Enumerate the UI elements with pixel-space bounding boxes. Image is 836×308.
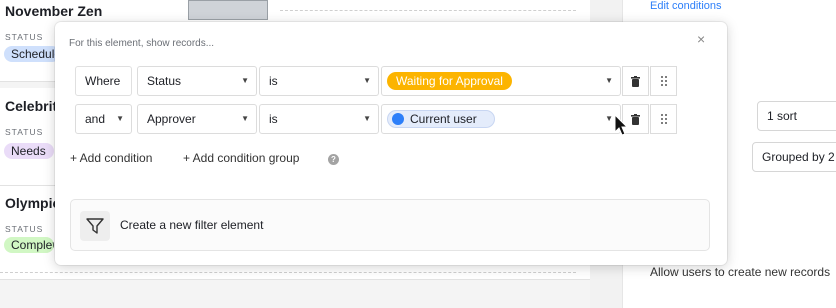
- value-select[interactable]: Waiting for Approval ▼: [381, 66, 621, 96]
- status-label: STATUS: [5, 32, 44, 42]
- operator-select[interactable]: is ▼: [259, 104, 379, 134]
- mouse-cursor-icon: [614, 114, 628, 136]
- grip-icon: [660, 76, 667, 86]
- status-label: STATUS: [5, 224, 44, 234]
- record-title: November Zen: [5, 3, 103, 19]
- filter-popover: For this element, show records... × Wher…: [55, 22, 727, 265]
- allow-create-label: Allow users to create new records: [650, 265, 831, 279]
- operator-label: is: [269, 112, 278, 126]
- trash-icon: [631, 75, 640, 87]
- chevron-down-icon: ▼: [363, 76, 371, 85]
- drag-handle[interactable]: [650, 104, 677, 134]
- status-option-tag: Waiting for Approval: [387, 72, 512, 90]
- status-badge: Scheduled: [4, 46, 60, 62]
- delete-condition-button[interactable]: [622, 66, 649, 96]
- sort-button[interactable]: 1 sort: [757, 101, 836, 131]
- divider: [0, 272, 576, 273]
- add-condition-button[interactable]: + Add condition: [70, 151, 152, 165]
- status-label: STATUS: [5, 127, 44, 137]
- connector-label: Where: [85, 74, 121, 88]
- create-filter-element-button[interactable]: Create a new filter element: [70, 199, 710, 251]
- chevron-down-icon: ▼: [605, 76, 613, 85]
- field-label: Status: [147, 74, 182, 88]
- condition-connector: Where: [75, 66, 132, 96]
- status-badge: Complete: [4, 237, 54, 253]
- field-select[interactable]: Approver ▼: [137, 104, 257, 134]
- conjunction-select[interactable]: and ▼: [75, 104, 132, 134]
- chevron-down-icon: ▼: [363, 114, 371, 123]
- record-thumbnail: [188, 0, 268, 20]
- current-user-tag: Current user: [387, 110, 495, 128]
- chevron-down-icon: ▼: [241, 114, 249, 123]
- conjunction-label: and: [85, 112, 106, 126]
- grip-icon: [660, 114, 667, 124]
- chevron-down-icon: ▼: [605, 114, 613, 123]
- trash-icon: [631, 113, 640, 125]
- filter-icon: [80, 211, 110, 241]
- edit-conditions-link[interactable]: Edit conditions: [650, 0, 722, 12]
- divider: [280, 10, 576, 11]
- help-icon[interactable]: ?: [328, 154, 339, 165]
- group-button[interactable]: Grouped by 2: [752, 142, 836, 172]
- close-icon[interactable]: ×: [697, 31, 705, 47]
- user-icon: [392, 113, 404, 125]
- add-condition-group-button[interactable]: + Add condition group: [183, 151, 299, 165]
- operator-select[interactable]: is ▼: [259, 66, 379, 96]
- popover-header: For this element, show records...: [69, 38, 215, 49]
- status-badge: Needs: [4, 143, 54, 159]
- chevron-down-icon: ▼: [241, 76, 249, 85]
- chevron-down-icon: ▼: [116, 114, 124, 123]
- value-select[interactable]: Current user ▼: [381, 104, 621, 134]
- current-user-label: Current user: [410, 112, 477, 126]
- drag-handle[interactable]: [650, 66, 677, 96]
- create-filter-label: Create a new filter element: [120, 218, 264, 232]
- field-label: Approver: [147, 112, 196, 126]
- field-select[interactable]: Status ▼: [137, 66, 257, 96]
- operator-label: is: [269, 74, 278, 88]
